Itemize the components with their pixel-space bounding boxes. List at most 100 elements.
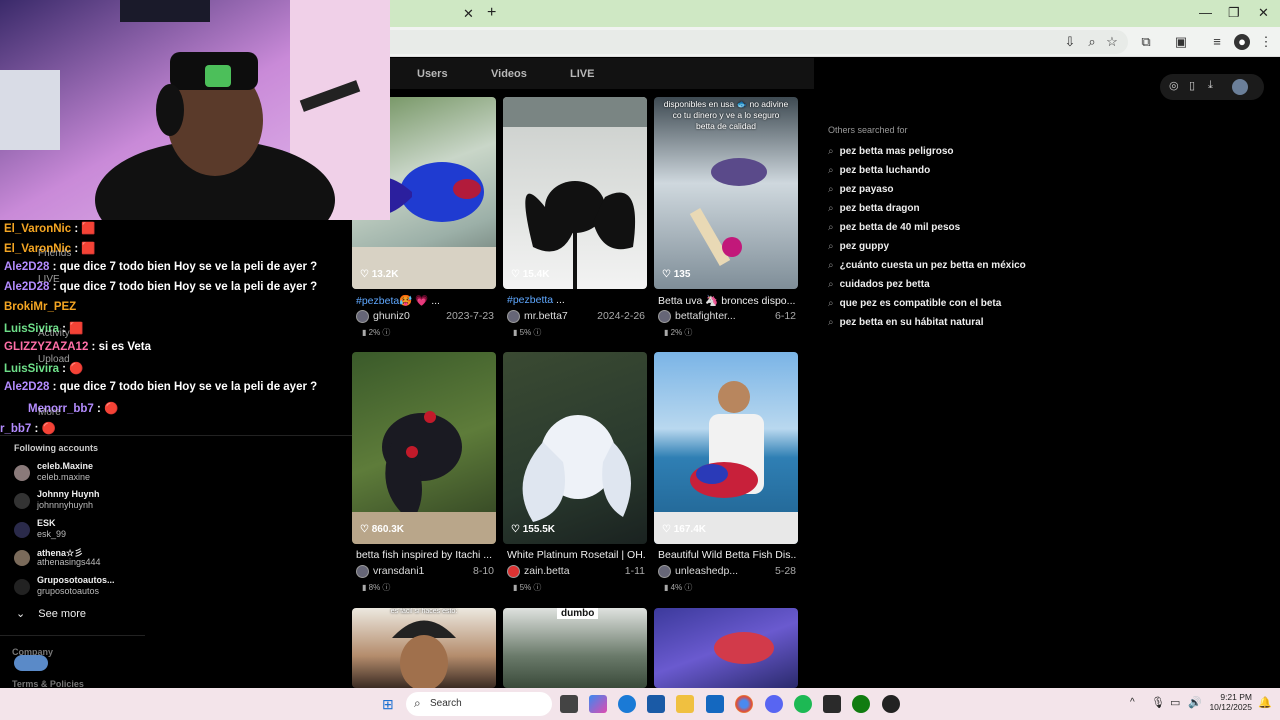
terminal-icon[interactable] bbox=[823, 695, 841, 713]
tray-chevron-icon[interactable]: ^ bbox=[1130, 697, 1135, 708]
video-thumbnail[interactable]: dumbo bbox=[503, 608, 647, 688]
video-author-row[interactable]: vransdani1 8-10 bbox=[356, 565, 496, 579]
author-name[interactable]: zain.betta bbox=[524, 565, 570, 577]
media-control-icon[interactable]: ≡ bbox=[1209, 34, 1225, 50]
tab-videos[interactable]: Videos bbox=[491, 68, 527, 80]
account-name: ESK bbox=[37, 518, 56, 528]
following-title: Following accounts bbox=[14, 443, 99, 453]
discord-icon[interactable] bbox=[765, 695, 783, 713]
avatar bbox=[14, 493, 30, 509]
network-icon[interactable]: ▭ bbox=[1170, 696, 1180, 709]
video-thumbnail[interactable]: disponibles en usa 🐟 no adivine co tu di… bbox=[654, 97, 798, 289]
tab-close-icon[interactable]: ✕ bbox=[463, 6, 474, 22]
video-caption[interactable]: Beautiful Wild Betta Fish Dis... bbox=[658, 549, 796, 561]
following-account[interactable]: ESK esk_99 bbox=[14, 518, 214, 542]
video-thumbnail[interactable] bbox=[352, 352, 496, 544]
video-caption[interactable]: Betta uva 🦄 bronces dispo... bbox=[658, 294, 796, 307]
volume-icon[interactable]: 🔊 bbox=[1188, 696, 1202, 709]
tab-live[interactable]: LIVE bbox=[570, 68, 594, 80]
chat-message: Ale2D28 : que dice 7 todo bien Hoy se ve… bbox=[4, 261, 318, 273]
nav-activity[interactable]: Activity bbox=[38, 328, 70, 339]
toggle-pill[interactable] bbox=[14, 655, 48, 671]
split-screen-icon[interactable]: ▣ bbox=[1173, 34, 1189, 50]
nav-live[interactable]: LIVE bbox=[38, 274, 60, 285]
video-caption[interactable]: White Platinum Rosetail | OH... bbox=[507, 549, 645, 561]
tab-users[interactable]: Users bbox=[417, 68, 448, 80]
author-name[interactable]: ghuniz0 bbox=[373, 310, 410, 322]
clock-date: 10/12/2025 bbox=[1209, 702, 1252, 712]
video-author-row[interactable]: zain.betta 1-11 bbox=[507, 565, 647, 579]
taskbar-search[interactable]: ⌕ Search bbox=[406, 692, 552, 716]
close-window-button[interactable]: ✕ bbox=[1258, 5, 1269, 21]
file-explorer-icon[interactable] bbox=[676, 695, 694, 713]
menu-kebab-icon[interactable]: ⋮ bbox=[1258, 34, 1274, 50]
video-thumbnail[interactable] bbox=[654, 608, 798, 688]
suggestion-item[interactable]: ⌕ pez betta mas peligroso bbox=[828, 146, 1128, 157]
suggestion-item[interactable]: ⌕ pez betta luchando bbox=[828, 165, 1128, 176]
outlook-icon[interactable] bbox=[706, 695, 724, 713]
account-handle: esk_99 bbox=[37, 529, 67, 539]
video-author-row[interactable]: mr.betta7 2024-2-26 bbox=[507, 310, 647, 324]
author-avatar bbox=[658, 565, 671, 578]
suggestion-item[interactable]: ⌕ pez betta en su hábitat natural bbox=[828, 317, 1128, 328]
notifications-icon[interactable]: 🔔 bbox=[1258, 696, 1272, 709]
video-thumbnail[interactable]: es fácil si haces esto: bbox=[352, 608, 496, 688]
nav-friends[interactable]: Friends bbox=[38, 248, 71, 259]
suggestion-item[interactable]: ⌕ pez betta de 40 mil pesos bbox=[828, 222, 1128, 233]
like-count: ♡ 167.4K bbox=[662, 524, 706, 535]
video-author-row[interactable]: ghuniz0 2023-7-23 bbox=[356, 310, 496, 324]
suggestion-item[interactable]: ⌕ que pez es compatible con el beta bbox=[828, 298, 1128, 309]
video-author-row[interactable]: bettafighter... 6-12 bbox=[658, 310, 798, 324]
following-account[interactable]: Johnny Huynh johnnnyhuynh bbox=[14, 489, 214, 513]
install-app-icon[interactable]: ⇩ bbox=[1062, 34, 1078, 50]
extensions-icon[interactable]: ⧉ bbox=[1138, 34, 1154, 50]
profile-avatar[interactable]: ● bbox=[1234, 34, 1250, 50]
bookmark-star-icon[interactable]: ☆ bbox=[1104, 34, 1120, 50]
edge-icon[interactable] bbox=[618, 695, 636, 713]
search-icon: ⌕ bbox=[828, 184, 834, 195]
suggestion-item[interactable]: ⌕ pez payaso bbox=[828, 184, 1128, 195]
spotify-icon[interactable] bbox=[794, 695, 812, 713]
following-account[interactable]: athena☆彡 athenasings444 bbox=[14, 546, 214, 570]
microphone-icon[interactable]: 🎙 bbox=[1151, 696, 1165, 709]
like-count: ♡ 13.2K bbox=[360, 269, 399, 280]
following-account[interactable]: celeb.Maxine celeb.maxine bbox=[14, 461, 214, 485]
task-view-icon[interactable] bbox=[560, 695, 578, 713]
chrome-icon[interactable] bbox=[735, 695, 753, 713]
phone-icon[interactable]: ▯ bbox=[1189, 79, 1195, 92]
author-name[interactable]: vransdani1 bbox=[373, 565, 424, 577]
see-more-button[interactable]: ⌄ See more bbox=[16, 607, 86, 620]
video-caption[interactable]: #pezbetta ... bbox=[507, 294, 645, 306]
minimize-button[interactable]: — bbox=[1199, 5, 1212, 20]
download-icon[interactable]: ⤓ bbox=[1208, 79, 1213, 92]
video-thumbnail[interactable] bbox=[503, 352, 647, 544]
author-name[interactable]: bettafighter... bbox=[675, 310, 736, 322]
nav-upload[interactable]: Upload bbox=[38, 354, 70, 365]
copilot-icon[interactable] bbox=[589, 695, 607, 713]
obs-icon[interactable] bbox=[882, 695, 900, 713]
video-author-row[interactable]: unleashedp... 5-28 bbox=[658, 565, 798, 579]
store-icon[interactable] bbox=[647, 695, 665, 713]
suggestion-item[interactable]: ⌕ ¿cuánto cuesta un pez betta en méxico bbox=[828, 260, 1128, 271]
zoom-icon[interactable]: ⌕ bbox=[1084, 34, 1100, 50]
video-thumbnail[interactable] bbox=[654, 352, 798, 544]
nav-more[interactable]: More bbox=[38, 407, 61, 418]
start-icon[interactable]: ⊞ bbox=[382, 696, 394, 713]
maximize-button[interactable]: ❐ bbox=[1228, 5, 1240, 21]
webcam-image bbox=[0, 0, 390, 220]
suggestion-item[interactable]: ⌕ cuidados pez betta bbox=[828, 279, 1128, 290]
author-name[interactable]: unleashedp... bbox=[675, 565, 738, 577]
following-account[interactable]: Gruposotoautos... gruposotoautos bbox=[14, 575, 214, 599]
clock[interactable]: 9:21 PM 10/12/2025 bbox=[1206, 692, 1252, 712]
compass-icon[interactable]: ◎ bbox=[1169, 79, 1179, 92]
author-name[interactable]: mr.betta7 bbox=[524, 310, 568, 322]
new-tab-button[interactable]: + bbox=[487, 4, 496, 22]
suggestion-item[interactable]: ⌕ pez guppy bbox=[828, 241, 1128, 252]
suggestion-item[interactable]: ⌕ pez betta dragon bbox=[828, 203, 1128, 214]
video-caption[interactable]: #pezbeta🥵 💗 ... bbox=[356, 294, 494, 307]
video-caption[interactable]: betta fish inspired by Itachi ... bbox=[356, 549, 494, 561]
xbox-icon[interactable] bbox=[852, 695, 870, 713]
video-thumbnail[interactable] bbox=[503, 97, 647, 289]
engagement-stat: ▮ 5% ⓘ bbox=[513, 328, 542, 337]
user-avatar-icon[interactable] bbox=[1232, 79, 1248, 95]
